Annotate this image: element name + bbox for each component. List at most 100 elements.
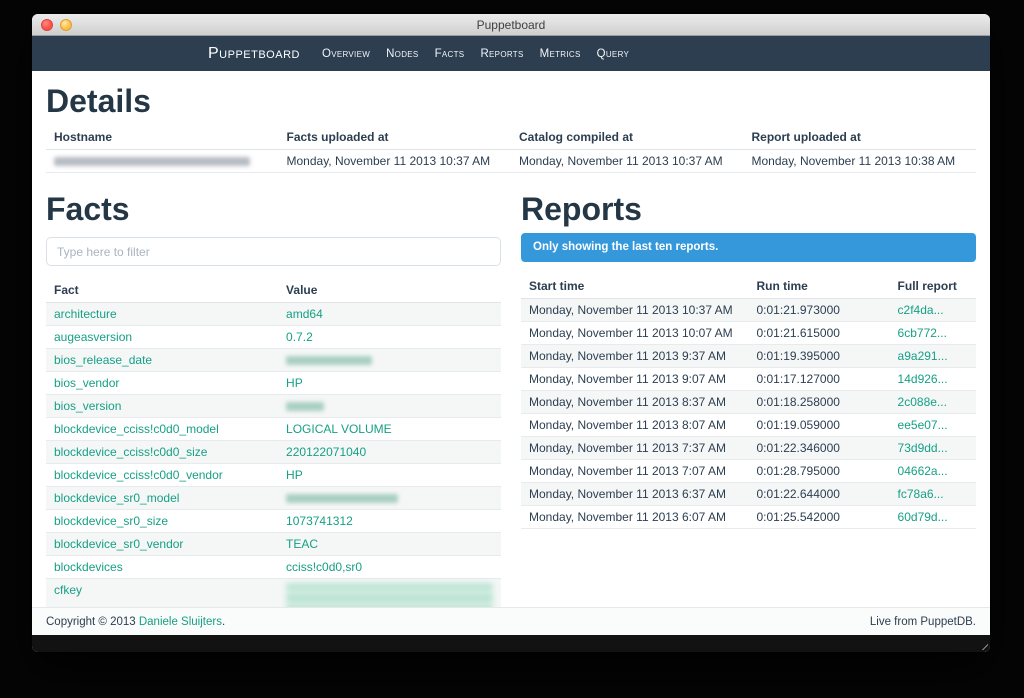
report-row: Monday, November 11 2013 8:07 AM0:01:19.… (521, 414, 976, 437)
reports-column-header: Run time (749, 274, 890, 299)
fact-name-cell: blockdevice_sr0_model (46, 487, 278, 510)
report-row: Monday, November 11 2013 10:07 AM0:01:21… (521, 322, 976, 345)
author-link[interactable]: Daniele Sluijters (139, 616, 222, 628)
report-hash-cell: 6cb772... (890, 322, 976, 345)
minimize-window-button[interactable] (60, 19, 72, 31)
fact-link[interactable]: blockdevice_sr0_vendor (54, 537, 183, 551)
full-report-link[interactable]: 60d79d... (898, 510, 948, 524)
fact-value: HP (286, 468, 303, 482)
full-report-link[interactable]: c2f4da... (898, 303, 944, 317)
close-window-button[interactable] (41, 19, 53, 31)
fact-link[interactable]: blockdevice_cciss!c0d0_size (54, 445, 207, 459)
details-heading: Details (46, 83, 976, 119)
report-start-time-cell: Monday, November 11 2013 7:07 AM (521, 460, 749, 483)
full-report-link[interactable]: 14d926... (898, 372, 948, 386)
full-report-link[interactable]: a9a291... (898, 349, 948, 363)
fact-value: LOGICAL VOLUME (286, 422, 392, 436)
fact-row: blockdevice_sr0_vendorTEAC (46, 533, 501, 556)
fact-value: amd64 (286, 307, 323, 321)
fact-link[interactable]: blockdevice_cciss!c0d0_vendor (54, 468, 223, 482)
facts-filter-input[interactable] (46, 237, 501, 266)
report-run-time-cell: 0:01:19.059000 (749, 414, 890, 437)
two-column-area: Facts FactValue architectureamd64augeasv… (46, 179, 976, 607)
fact-value-cell: cciss!c0d0,sr0 (278, 556, 501, 579)
footer: Copyright © 2013 Daniele Sluijters. Live… (32, 607, 990, 635)
reports-column: Reports Only showing the last ten report… (521, 179, 976, 607)
fact-name-cell: blockdevice_cciss!c0d0_model (46, 418, 278, 441)
reports-column-header: Start time (521, 274, 749, 299)
facts-column-header: Fact (46, 278, 278, 303)
fact-value: 0.7.2 (286, 330, 313, 344)
reports-banner: Only showing the last ten reports. (521, 233, 976, 262)
fact-value-cell: HP (278, 372, 501, 395)
details-data-row: Monday, November 11 2013 10:37 AMMonday,… (46, 150, 976, 173)
nav-item-query[interactable]: Query (597, 48, 630, 60)
fact-value: HP (286, 376, 303, 390)
details-column-header: Catalog compiled at (511, 125, 744, 150)
report-start-time-cell: Monday, November 11 2013 7:37 AM (521, 437, 749, 460)
fact-name-cell: bios_vendor (46, 372, 278, 395)
fact-name-cell: blockdevices (46, 556, 278, 579)
fact-row: bios_version (46, 395, 501, 418)
nav-item-reports[interactable]: Reports (480, 48, 523, 60)
report-row: Monday, November 11 2013 10:37 AM0:01:21… (521, 299, 976, 322)
nav-item-nodes[interactable]: Nodes (386, 48, 418, 60)
fact-name-cell: blockdevice_cciss!c0d0_size (46, 441, 278, 464)
fact-link[interactable]: cfkey (54, 583, 82, 597)
full-report-link[interactable]: ee5e07... (898, 418, 948, 432)
fact-link[interactable]: augeasversion (54, 330, 132, 344)
fact-value-cell: LOGICAL VOLUME (278, 418, 501, 441)
report-run-time-cell: 0:01:21.615000 (749, 322, 890, 345)
report-start-time-cell: Monday, November 11 2013 9:37 AM (521, 345, 749, 368)
report-run-time-cell: 0:01:22.346000 (749, 437, 890, 460)
fact-link[interactable]: blockdevice_sr0_model (54, 491, 179, 505)
report-start-time-cell: Monday, November 11 2013 8:37 AM (521, 391, 749, 414)
report-start-time-cell: Monday, November 11 2013 6:37 AM (521, 483, 749, 506)
fact-row: blockdevice_cciss!c0d0_model LOGICAL VOLU… (46, 418, 501, 441)
fact-name-cell: bios_release_date (46, 349, 278, 372)
window-title: Puppetboard (477, 18, 546, 32)
fact-name-cell: blockdevice_sr0_vendor (46, 533, 278, 556)
full-report-link[interactable]: 73d9dd... (898, 441, 948, 455)
report-run-time-cell: 0:01:18.258000 (749, 391, 890, 414)
redacted-fact-value (286, 583, 493, 607)
nav-item-overview[interactable]: Overview (322, 48, 370, 60)
report-row: Monday, November 11 2013 6:37 AM0:01:22.… (521, 483, 976, 506)
nav-item-facts[interactable]: Facts (435, 48, 465, 60)
nav-item-metrics[interactable]: Metrics (540, 48, 581, 60)
redacted-fact-value (286, 494, 398, 503)
fact-value-cell (278, 579, 501, 608)
details-date-cell: Monday, November 11 2013 10:38 AM (744, 150, 977, 173)
report-row: Monday, November 11 2013 7:07 AM0:01:28.… (521, 460, 976, 483)
report-row: Monday, November 11 2013 9:37 AM0:01:19.… (521, 345, 976, 368)
report-row: Monday, November 11 2013 7:37 AM0:01:22.… (521, 437, 976, 460)
fact-link[interactable]: bios_version (54, 399, 121, 413)
fact-link[interactable]: blockdevice_sr0_size (54, 514, 168, 528)
fact-link[interactable]: architecture (54, 307, 117, 321)
redacted-hostname-value (54, 157, 250, 166)
facts-column: Facts FactValue architectureamd64augeasv… (46, 179, 501, 607)
full-report-link[interactable]: 04662a... (898, 464, 948, 478)
report-run-time-cell: 0:01:19.395000 (749, 345, 890, 368)
fact-name-cell: blockdevice_cciss!c0d0_vendor (46, 464, 278, 487)
live-from-puppetdb-text: Live from PuppetDB. (870, 616, 976, 628)
fact-link[interactable]: blockdevices (54, 560, 123, 574)
fact-link[interactable]: bios_release_date (54, 353, 152, 367)
fact-value-cell: HP (278, 464, 501, 487)
fact-name-cell: bios_version (46, 395, 278, 418)
fact-name-cell: cfkey (46, 579, 278, 608)
fact-link[interactable]: blockdevice_cciss!c0d0_model (54, 422, 219, 436)
full-report-link[interactable]: fc78a6... (898, 487, 944, 501)
fact-name-cell: augeasversion (46, 326, 278, 349)
fact-value-cell (278, 487, 501, 510)
full-report-link[interactable]: 6cb772... (898, 326, 947, 340)
resize-grip-icon[interactable] (975, 637, 988, 650)
brand-link[interactable]: Puppetboard (208, 45, 300, 63)
details-header-row: HostnameFacts uploaded atCatalog compile… (46, 125, 976, 150)
fact-link[interactable]: bios_vendor (54, 376, 119, 390)
app-window: Puppetboard Puppetboard Overview Nodes Fac… (32, 14, 990, 652)
facts-column-header: Value (278, 278, 501, 303)
details-table: HostnameFacts uploaded atCatalog compile… (46, 125, 976, 173)
report-hash-cell: a9a291... (890, 345, 976, 368)
full-report-link[interactable]: 2c088e... (898, 395, 947, 409)
